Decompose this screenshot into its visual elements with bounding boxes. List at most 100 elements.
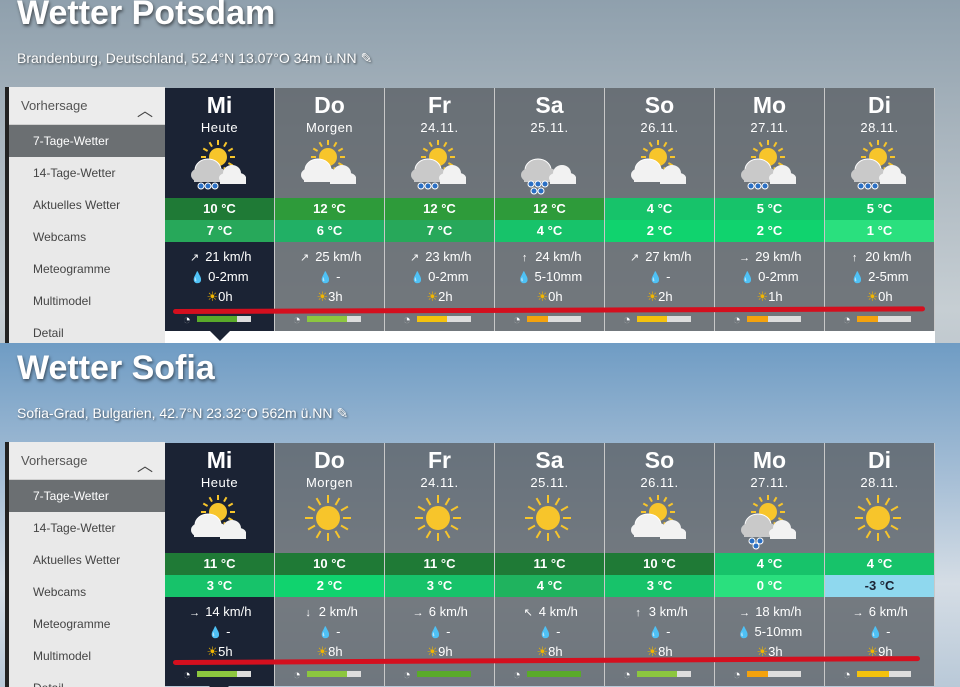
temp-min: -3 °C (825, 575, 934, 597)
chevron-up-icon[interactable]: ︿ (137, 97, 153, 121)
temp-min: 7 °C (165, 220, 274, 242)
sun-icon: ☀ (756, 289, 769, 304)
day-column-fr[interactable]: Fr 24.11. 12 °C 7 °C ↗ 23 km/h 💧 0-2mm ☀2h ◔ (385, 88, 495, 331)
day-column-di[interactable]: Di 28.11. 4 °C -3 °C → 6 km/h 💧 - ☀9h ◔ (825, 443, 935, 686)
raindrop-icon: 💧 (410, 272, 425, 284)
sidebar-item-webcams[interactable]: Webcams (9, 221, 165, 253)
day-name: Mi (206, 447, 233, 473)
rain-row: 💧 5-10mm (715, 622, 824, 642)
edit-icon[interactable]: ✎ (336, 405, 348, 422)
day-column-so[interactable]: So 26.11. 4 °C 2 °C ↗ 27 km/h 💧 - ☀2h ◔ (605, 88, 715, 331)
wind-direction-icon: ↑ (521, 252, 528, 264)
forecast-panel-potsdam: Wetter Potsdam Brandenburg, Deutschland,… (0, 0, 960, 343)
sun-row: ☀1h (715, 287, 824, 307)
day-header: Sa 25.11. (495, 443, 604, 553)
day-date: 27.11. (750, 120, 789, 135)
uv-icon: ◔ (843, 311, 851, 327)
day-date: Morgen (305, 120, 354, 135)
uv-bar (196, 671, 251, 677)
sidebar-item-aktuelles[interactable]: Aktuelles Wetter (9, 189, 165, 221)
wind-speed: 25 km/h (315, 249, 362, 264)
sidebar-header[interactable]: Vorhersage ︿ (9, 87, 165, 125)
wind-row: → 18 km/h (715, 602, 824, 622)
temp-min: 4 °C (495, 220, 604, 242)
sidebar-header[interactable]: Vorhersage ︿ (9, 442, 165, 480)
rain-row: 💧 0-2mm (385, 267, 494, 287)
day-column-fr[interactable]: Fr 24.11. 11 °C 3 °C → 6 km/h 💧 - ☀9h ◔ (385, 443, 495, 686)
chevron-up-icon[interactable]: ︿ (137, 452, 153, 476)
day-header: Mi Heute (165, 88, 274, 198)
sidebar-item-multimodel[interactable]: Multimodel (9, 285, 165, 317)
sun-row: ☀3h (275, 287, 384, 307)
city-subtitle: Brandenburg, Deutschland, 52.4°N 13.07°O… (17, 50, 372, 67)
wind-direction-icon: ↗ (629, 252, 640, 264)
day-column-mo[interactable]: Mo 27.11. 5 °C 2 °C → 29 km/h 💧 0-2mm ☀1h ◔ (715, 88, 825, 331)
uv-bar (416, 671, 471, 677)
sidebar-item-meteogramme[interactable]: Meteogramme (9, 608, 165, 640)
sidebar-item-webcams[interactable]: Webcams (9, 576, 165, 608)
sidebar-item-multimodel[interactable]: Multimodel (9, 640, 165, 672)
wind-speed: 6 km/h (868, 604, 908, 619)
uv-icon: ◔ (403, 311, 411, 327)
day-column-di[interactable]: Di 28.11. 5 °C 1 °C ↑ 20 km/h 💧 2-5mm ☀0h ◔ (825, 88, 935, 331)
wind-row: → 6 km/h (385, 602, 494, 622)
uv-bar-fill (196, 671, 238, 677)
sun-icon: ☀ (316, 644, 329, 659)
day-header: Mi Heute (165, 443, 274, 553)
day-header: So 26.11. (605, 443, 714, 553)
sun-row: ☀0h (825, 287, 934, 307)
day-name: Mo (752, 92, 787, 118)
day-name: Di (868, 92, 891, 118)
sidebar-item-detail[interactable]: Detail (9, 672, 165, 687)
day-column-mi[interactable]: Mi Heute 11 °C 3 °C → 14 km/h 💧 - ☀5h ◔ (165, 443, 275, 686)
partly-cloudy-rain-icon (825, 135, 934, 195)
cloud-rain-icon (495, 135, 604, 195)
day-column-do[interactable]: Do Morgen 10 °C 2 °C ↓ 2 km/h 💧 - ☀8h ◔ (275, 443, 385, 686)
raindrop-icon: 💧 (850, 272, 865, 284)
wind-row: ↑ 3 km/h (605, 602, 714, 622)
temp-max: 10 °C (165, 198, 274, 220)
uv-bar-fill (636, 316, 667, 322)
sun-icon: ☀ (536, 289, 549, 304)
uv-bar (306, 316, 361, 322)
wind-row: ↗ 21 km/h (165, 247, 274, 267)
day-column-mi[interactable]: Mi Heute 10 °C 7 °C ↗ 21 km/h 💧 0-2mm ☀0h ◔ (165, 88, 275, 331)
rain-row: 💧 - (495, 622, 604, 642)
rain-amount: 5-10mm (534, 269, 583, 284)
sidebar-item-14-tage[interactable]: 14-Tage-Wetter (9, 157, 165, 189)
day-column-sa[interactable]: Sa 25.11. 11 °C 4 °C ↖ 4 km/h 💧 - ☀8h ◔ (495, 443, 605, 686)
sun-row: ☀0h (495, 287, 604, 307)
uv-bar (636, 316, 691, 322)
sun-icon (495, 490, 604, 550)
raindrop-icon: 💧 (516, 272, 531, 284)
partly-cloudy-rain-icon (385, 135, 494, 195)
wind-row: → 6 km/h (825, 602, 934, 622)
day-column-sa[interactable]: Sa 25.11. 12 °C 4 °C ↑ 24 km/h 💧 5-10mm ☀0h ◔ (495, 88, 605, 331)
rain-amount: 0-2mm (208, 269, 249, 284)
uv-row: ◔ (715, 662, 824, 686)
day-column-do[interactable]: Do Morgen 12 °C 6 °C ↗ 25 km/h 💧 - ☀3h ◔ (275, 88, 385, 331)
day-name: Mi (206, 92, 233, 118)
uv-bar (856, 671, 911, 677)
rain-amount: 5-10mm (754, 624, 803, 639)
city-subtitle: Sofia-Grad, Bulgarien, 42.7°N 23.32°O 56… (17, 405, 348, 422)
uv-icon: ◔ (733, 666, 741, 682)
rain-row: 💧 - (385, 622, 494, 642)
day-header: So 26.11. (605, 88, 714, 198)
uv-bar (746, 671, 801, 677)
uv-bar-fill (196, 316, 238, 322)
wind-row: → 14 km/h (165, 602, 274, 622)
uv-row: ◔ (495, 662, 604, 686)
sidebar-item-14-tage[interactable]: 14-Tage-Wetter (9, 512, 165, 544)
day-date: 24.11. (420, 475, 459, 490)
day-column-so[interactable]: So 26.11. 10 °C 3 °C ↑ 3 km/h 💧 - ☀8h ◔ (605, 443, 715, 686)
edit-icon[interactable]: ✎ (361, 50, 373, 67)
day-column-mo[interactable]: Mo 27.11. 4 °C 0 °C → 18 km/h 💧 5-10mm ☀3h ◔ (715, 443, 825, 686)
sidebar-item-7-tage[interactable]: 7-Tage-Wetter (9, 125, 165, 157)
sidebar-item-aktuelles[interactable]: Aktuelles Wetter (9, 544, 165, 576)
day-header: Fr 24.11. (385, 443, 494, 553)
uv-bar (526, 316, 581, 322)
sidebar-item-7-tage[interactable]: 7-Tage-Wetter (9, 480, 165, 512)
sidebar-item-meteogramme[interactable]: Meteogramme (9, 253, 165, 285)
day-date: 26.11. (640, 120, 679, 135)
